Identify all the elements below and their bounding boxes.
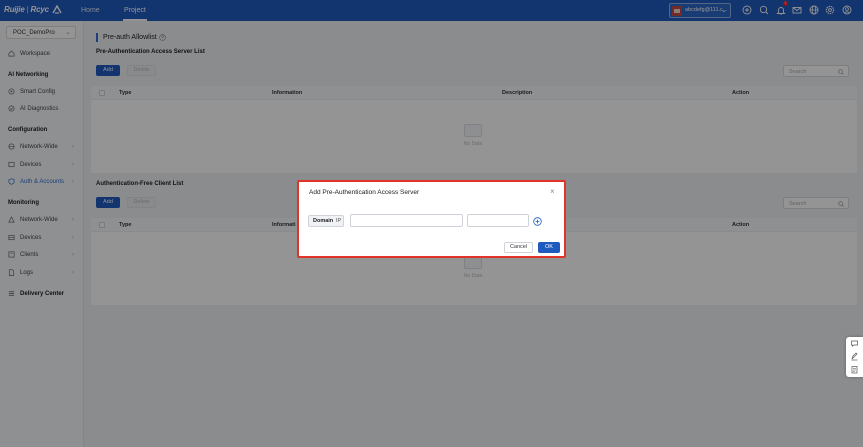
secondary-input[interactable] [467, 214, 529, 227]
cancel-button[interactable]: Cancel [504, 242, 533, 253]
type-selector[interactable]: Domain IP [308, 215, 344, 227]
add-row-icon[interactable] [533, 217, 542, 226]
type-option-domain[interactable]: Domain [313, 218, 333, 224]
clipboard-icon[interactable] [850, 365, 859, 374]
domain-input[interactable] [350, 214, 463, 227]
type-option-ip[interactable]: IP [336, 218, 341, 224]
add-access-server-dialog: Add Pre-Authentication Access Server × D… [297, 180, 566, 258]
ok-button[interactable]: OK [538, 242, 560, 253]
close-icon[interactable]: × [550, 188, 555, 196]
dialog-title: Add Pre-Authentication Access Server [309, 189, 420, 196]
feedback-icon[interactable] [850, 352, 859, 361]
chat-icon[interactable] [850, 339, 859, 348]
floating-toolbar [846, 337, 863, 377]
